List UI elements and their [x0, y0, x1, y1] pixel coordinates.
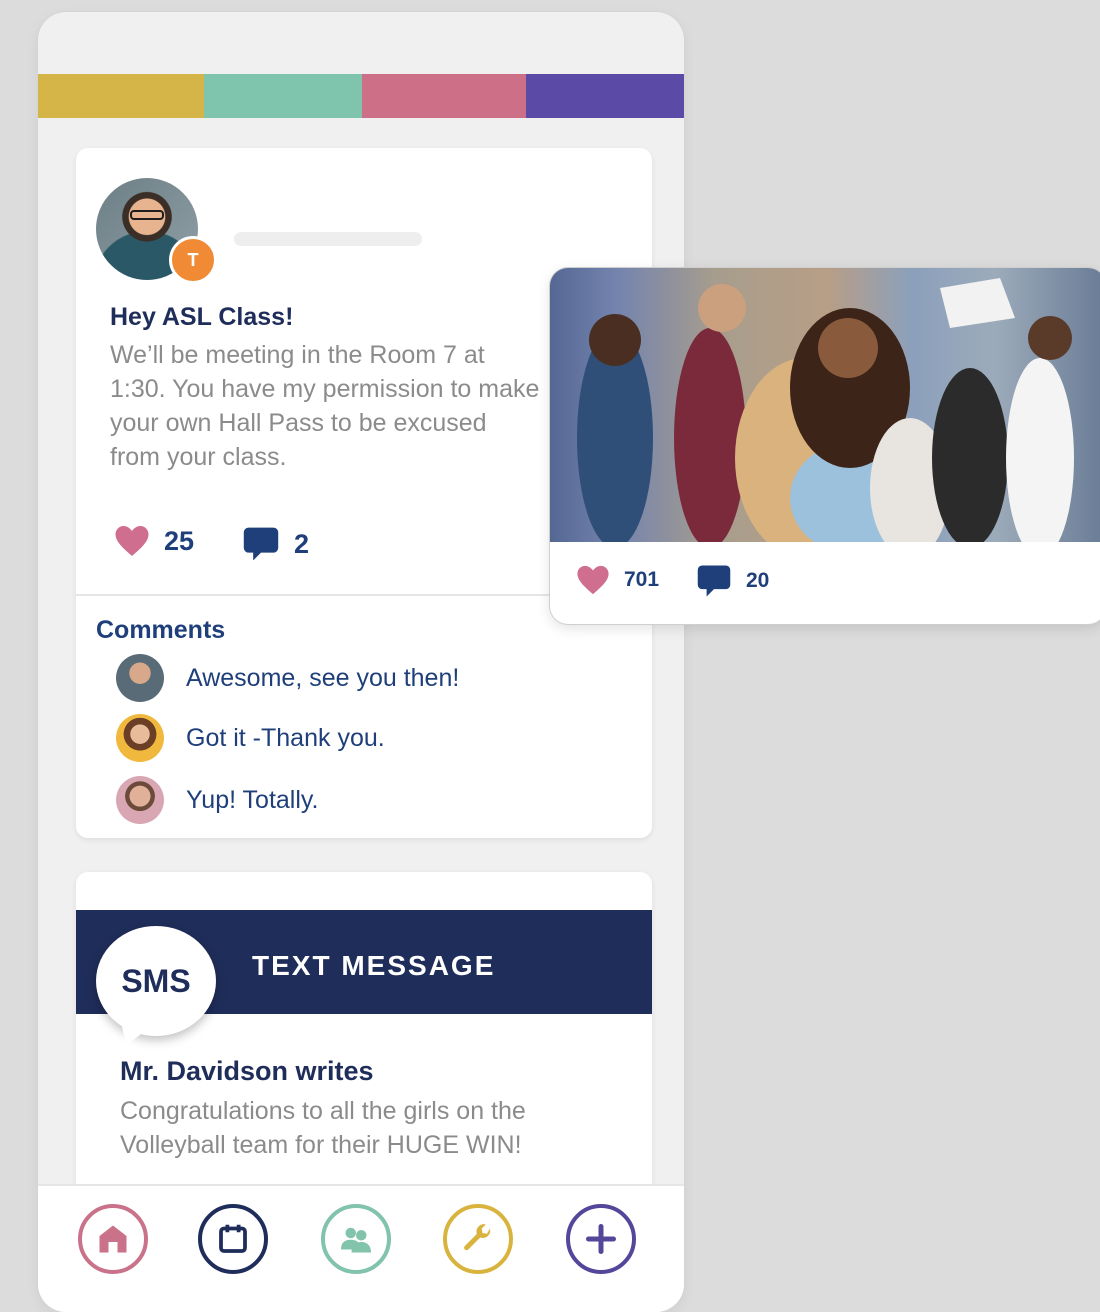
students-hallway-photo[interactable] [550, 268, 1100, 542]
calendar-icon [219, 1224, 247, 1253]
commenter-avatar [116, 714, 164, 762]
glasses-detail [130, 210, 164, 220]
like-count: 25 [164, 525, 195, 556]
post-body: We’ll be meeting in the Room 7 at 1:30. … [110, 341, 540, 471]
comment-item[interactable]: Awesome, see you then! [116, 654, 459, 702]
comment-text: Got it -Thank you. [186, 723, 385, 752]
photo-post-card[interactable]: 701 20 [550, 268, 1100, 624]
color-bar-purple [526, 74, 684, 118]
bubble-tail [113, 1019, 147, 1051]
like-button[interactable]: 25 [114, 524, 194, 558]
wrench-icon [464, 1224, 491, 1251]
comment-text: Awesome, see you then! [186, 663, 460, 692]
speech-bubble-icon [243, 527, 279, 561]
comment-item[interactable]: Yup! Totally. [116, 776, 319, 824]
color-bar [38, 74, 684, 118]
photo-like-count: 701 [624, 568, 660, 591]
nav-add-button[interactable] [566, 1204, 636, 1274]
post-title: Hey ASL Class! [110, 303, 294, 331]
bottom-nav [38, 1184, 684, 1312]
author-name-placeholder [234, 232, 422, 246]
student-smiling-face [818, 318, 878, 378]
group-icon [341, 1227, 371, 1253]
comment-text: Yup! Totally. [186, 785, 319, 814]
sms-badge-label: SMS [121, 962, 191, 999]
plus-icon [586, 1224, 616, 1254]
author-role-badge: T [169, 236, 217, 284]
speech-bubble-icon [697, 565, 731, 597]
comment-button[interactable]: 2 [242, 526, 309, 562]
sms-title: TEXT MESSAGE [252, 950, 496, 981]
student-left-head [589, 314, 641, 366]
comment-item[interactable]: Got it -Thank you. [116, 714, 385, 762]
comment-count: 2 [294, 528, 310, 559]
nav-tools-button[interactable] [443, 1204, 513, 1274]
nav-calendar-button[interactable] [198, 1204, 268, 1274]
student-mid-head [698, 284, 746, 332]
photo-like-button[interactable]: 701 [576, 564, 659, 596]
color-bar-pink [362, 74, 526, 118]
photo-comment-count: 20 [746, 569, 770, 592]
sms-badge: SMS [96, 926, 216, 1051]
nav-home-button[interactable] [78, 1204, 148, 1274]
home-icon [99, 1225, 127, 1253]
sms-body: Congratulations to all the girls on the … [120, 1097, 526, 1159]
phone-screen: T Hey ASL Class! We’ll be meeting in the… [38, 12, 684, 1312]
comments-heading: Comments [96, 616, 226, 644]
student-backpack-dark [932, 368, 1008, 542]
heart-icon [577, 565, 609, 595]
color-bar-yellow [38, 74, 204, 118]
color-bar-teal [204, 74, 362, 118]
commenter-avatar [116, 654, 164, 702]
photo-illustration [550, 268, 1100, 542]
student-right-head [1028, 316, 1072, 360]
student-mid [674, 328, 746, 542]
sms-author: Mr. Davidson writes [120, 1056, 374, 1086]
commenter-avatar [116, 776, 164, 824]
heart-icon [115, 526, 149, 556]
nav-groups-button[interactable] [321, 1204, 391, 1274]
photo-comment-button[interactable]: 20 [696, 564, 769, 598]
